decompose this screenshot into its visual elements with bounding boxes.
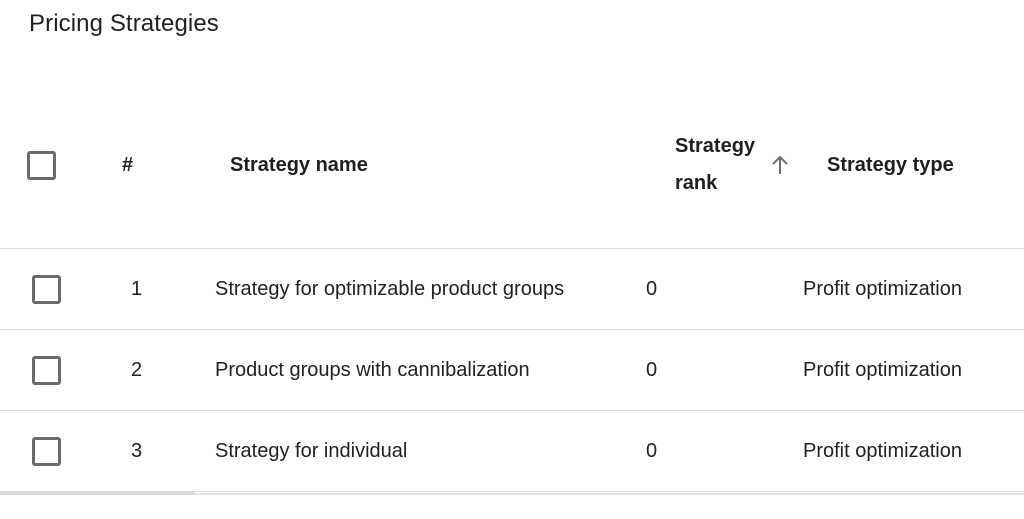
arrow-up-icon	[772, 155, 788, 174]
row-select-cell	[32, 411, 61, 491]
row-strategy-name[interactable]: Strategy for optimizable product groups	[215, 249, 564, 329]
column-header-number[interactable]: #	[122, 82, 133, 248]
column-header-strategy-rank-line2: rank	[675, 172, 718, 194]
table-row[interactable]: 1 Strategy for optimizable product group…	[0, 249, 1024, 330]
table-header-row: # Strategy name Strategy rank Strategy t…	[0, 82, 1024, 249]
row-checkbox[interactable]	[32, 355, 61, 385]
row-strategy-type: Profit optimization	[803, 439, 962, 462]
row-strategy-rank: 0	[646, 439, 658, 462]
row-select-cell	[32, 330, 61, 410]
row-strategy-name[interactable]: Strategy for individual	[215, 411, 407, 491]
row-number: 2	[131, 358, 143, 381]
row-checkbox[interactable]	[32, 274, 61, 304]
row-strategy-name[interactable]: Product groups with cannibalization	[215, 330, 530, 410]
row-number: 1	[131, 277, 143, 300]
row-strategy-type: Profit optimization	[803, 358, 962, 381]
row-strategy-rank: 0	[646, 358, 658, 381]
pricing-strategies-page: Pricing Strategies # Strategy name Strat…	[0, 0, 1024, 519]
column-header-strategy-name[interactable]: Strategy name	[230, 82, 368, 248]
row-select-cell	[32, 249, 61, 329]
row-strategy-rank: 0	[646, 277, 658, 300]
select-all-cell	[27, 82, 56, 248]
column-header-strategy-rank-line1: Strategy	[675, 135, 756, 157]
select-all-checkbox[interactable]	[27, 150, 56, 180]
table-row[interactable]: 2 Product groups with cannibalization 0 …	[0, 330, 1024, 411]
row-strategy-type: Profit optimization	[803, 277, 962, 300]
sort-button[interactable]	[768, 82, 792, 248]
horizontal-scrollbar-thumb[interactable]	[0, 491, 195, 495]
column-header-strategy-type[interactable]: Strategy type	[827, 82, 954, 248]
row-checkbox[interactable]	[32, 436, 61, 466]
column-header-strategy-rank[interactable]: Strategy rank	[675, 82, 755, 248]
row-number: 3	[131, 439, 143, 462]
table-row[interactable]: 3 Strategy for individual 0 Profit optim…	[0, 411, 1024, 492]
strategies-table: # Strategy name Strategy rank Strategy t…	[0, 82, 1024, 492]
page-title: Pricing Strategies	[29, 10, 219, 37]
